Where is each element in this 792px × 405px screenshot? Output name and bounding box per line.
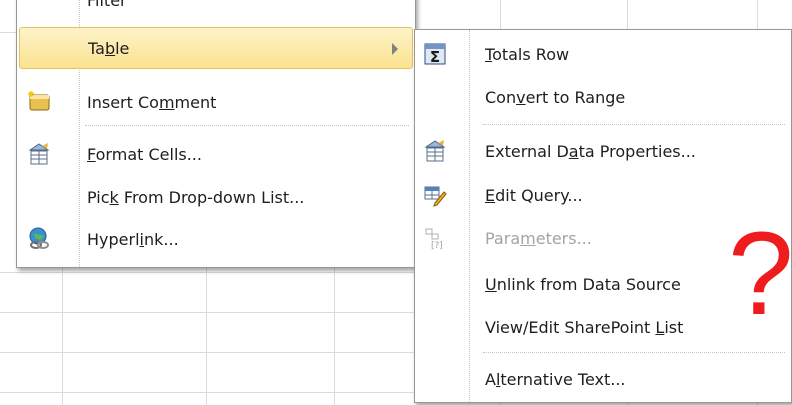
submenu-separator: [483, 124, 785, 126]
submenu-separator: [483, 352, 785, 354]
svg-text:[?]: [?]: [431, 241, 443, 250]
menu-item-format-cells[interactable]: Format Cells...: [19, 133, 413, 175]
data-properties-icon: [423, 139, 447, 163]
format-cells-icon: [27, 142, 51, 166]
submenu-item-label: External Data Properties...: [485, 141, 696, 161]
submenu-item-label: Alternative Text...: [485, 369, 626, 389]
menu-item-insert-comment[interactable]: Insert Comment: [19, 81, 413, 123]
menu-item-label: Filter: [87, 0, 127, 10]
question-mark-annotation: ?: [728, 208, 792, 340]
menu-item-label: Insert Comment: [87, 92, 217, 112]
menu-separator: [85, 125, 409, 127]
menu-item-label: Pick From Drop-down List...: [87, 187, 305, 207]
menu-item-pick-from-list[interactable]: Pick From Drop-down List...: [19, 176, 413, 218]
submenu-item-label: Parameters...: [485, 228, 592, 248]
submenu-item-label: Totals Row: [485, 44, 570, 64]
menu-item-table[interactable]: Table: [19, 27, 413, 69]
svg-text:Σ: Σ: [430, 48, 440, 65]
menu-item-label: Hyperlink...: [87, 229, 179, 249]
submenu-item-convert-to-range[interactable]: Convert to Range: [417, 76, 789, 118]
context-menu: Filter Table Insert Comment Format Cells…: [16, 0, 416, 268]
menu-item-hyperlink[interactable]: Hyperlink...: [19, 218, 413, 260]
parameters-icon: [?]: [423, 226, 447, 250]
menu-item-filter[interactable]: Filter: [19, 0, 413, 21]
menu-item-label: Table: [88, 38, 130, 58]
submenu-item-label: Convert to Range: [485, 87, 626, 107]
submenu-item-alt-text[interactable]: Alternative Text...: [417, 358, 789, 400]
submenu-item-external-data-properties[interactable]: External Data Properties...: [417, 130, 789, 172]
submenu-item-label: View/Edit SharePoint List: [485, 317, 684, 337]
edit-query-icon: [423, 183, 447, 207]
submenu-item-label: Unlink from Data Source: [485, 274, 681, 294]
comment-icon: [27, 90, 51, 114]
sigma-icon: Σ: [423, 42, 447, 66]
hyperlink-icon: [27, 227, 51, 251]
submenu-item-totals-row[interactable]: Σ Totals Row: [417, 33, 789, 75]
submenu-arrow-icon: [392, 43, 398, 55]
submenu-item-label: Edit Query...: [485, 185, 583, 205]
menu-item-label: Format Cells...: [87, 144, 202, 164]
